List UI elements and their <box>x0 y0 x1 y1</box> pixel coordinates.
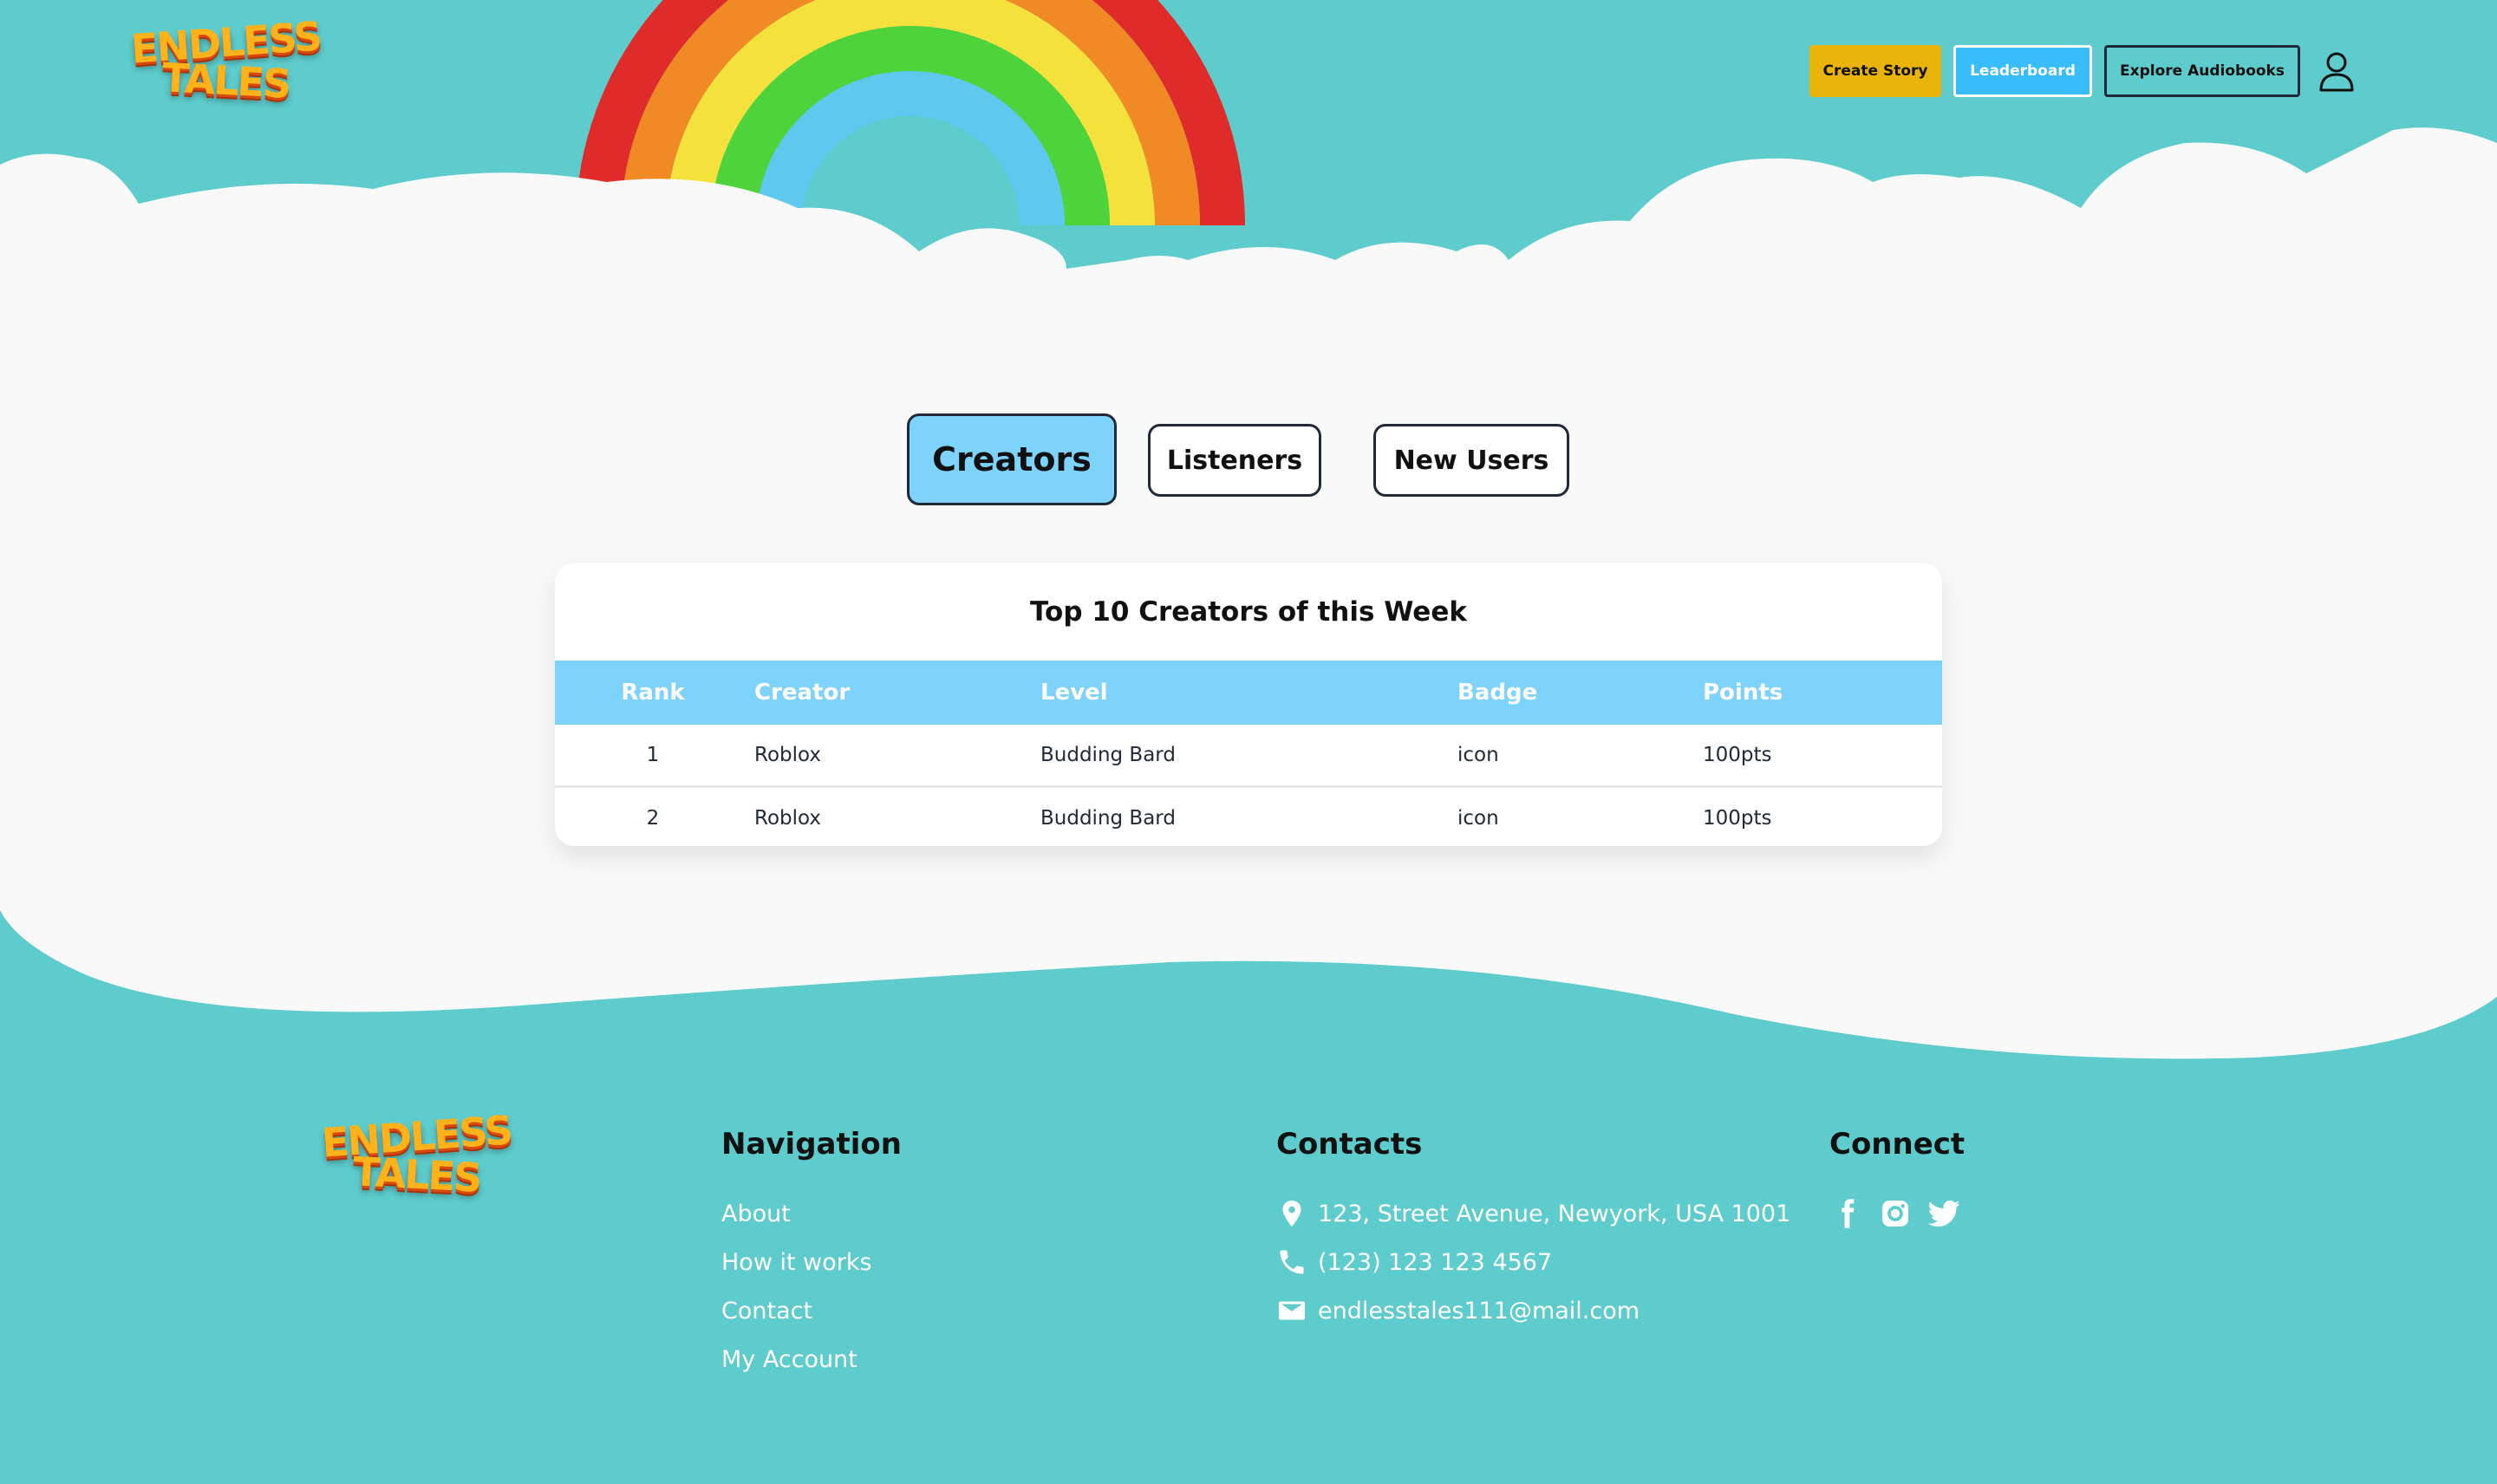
column-header-rank: Rank <box>621 680 685 706</box>
cell-badge: icon <box>1457 807 1499 830</box>
footer-brand-logo[interactable]: ENDLESS TALES <box>321 1106 513 1201</box>
brand-logo[interactable]: ENDLESS TALES <box>130 12 323 107</box>
table-header: Rank Creator Level Badge Points <box>555 661 1942 725</box>
mail-icon <box>1279 1301 1305 1320</box>
contact-phone-text: (123) 123 123 4567 <box>1318 1248 1553 1276</box>
explore-audiobooks-button[interactable]: Explore Audiobooks <box>2104 45 2300 97</box>
leaderboard-tabs: Creators Listeners New Users <box>0 413 2497 505</box>
twitter-icon[interactable] <box>1927 1196 1961 1231</box>
footer-connect: Connect <box>1829 1127 1975 1238</box>
cell-level: Budding Bard <box>1040 807 1176 830</box>
header-nav: Create Story Leaderboard Explore Audiobo… <box>1809 45 2356 97</box>
cell-rank: 2 <box>646 807 660 830</box>
footer-link-about[interactable]: About <box>721 1189 902 1238</box>
contact-address-text: 123, Street Avenue, Newyork, USA 1001 <box>1318 1200 1791 1227</box>
cell-points: 100pts <box>1703 744 1772 766</box>
column-header-level: Level <box>1040 680 1108 706</box>
phone-icon <box>1280 1250 1304 1274</box>
footer-link-my-account[interactable]: My Account <box>721 1335 902 1383</box>
cell-level: Budding Bard <box>1040 744 1176 766</box>
leaderboard-title: Top 10 Creators of this Week <box>1030 596 1467 628</box>
table-row: 2 Roblox Budding Bard icon 100pts <box>555 788 1942 846</box>
tab-new-users[interactable]: New Users <box>1373 424 1569 497</box>
cell-creator: Roblox <box>754 744 821 766</box>
contact-address: 123, Street Avenue, Newyork, USA 1001 <box>1276 1189 1790 1238</box>
contact-phone[interactable]: (123) 123 123 4567 <box>1276 1238 1790 1286</box>
tab-creators[interactable]: Creators <box>907 413 1117 505</box>
footer-navigation: Navigation About How it works Contact My… <box>721 1127 902 1383</box>
create-story-button[interactable]: Create Story <box>1809 45 1941 97</box>
column-header-points: Points <box>1703 680 1783 706</box>
cell-rank: 1 <box>646 744 660 766</box>
column-header-creator: Creator <box>754 680 851 706</box>
instagram-icon[interactable] <box>1878 1196 1913 1231</box>
social-links <box>1829 1189 1975 1238</box>
contact-email-text: endlesstales111@mail.com <box>1318 1297 1640 1325</box>
footer-navigation-heading: Navigation <box>721 1127 902 1162</box>
contact-email[interactable]: endlesstales111@mail.com <box>1276 1286 1790 1335</box>
leaderboard-card: Top 10 Creators of this Week Rank Creato… <box>555 563 1942 846</box>
table-row: 1 Roblox Budding Bard icon 100pts <box>555 725 1942 788</box>
column-header-badge: Badge <box>1457 680 1538 706</box>
footer-link-how-it-works[interactable]: How it works <box>721 1238 902 1286</box>
user-icon[interactable] <box>2318 50 2356 92</box>
leaderboard-button[interactable]: Leaderboard <box>1953 45 2092 97</box>
cell-creator: Roblox <box>754 807 821 830</box>
tab-listeners[interactable]: Listeners <box>1148 424 1321 497</box>
footer-contacts: Contacts 123, Street Avenue, Newyork, US… <box>1276 1127 1790 1335</box>
footer-contacts-heading: Contacts <box>1276 1127 1423 1162</box>
footer-logo-line2: TALES <box>352 1147 482 1201</box>
brand-logo-line2: TALES <box>161 53 291 107</box>
cell-badge: icon <box>1457 744 1499 766</box>
footer-connect-heading: Connect <box>1829 1127 1966 1162</box>
footer-link-contact[interactable]: Contact <box>721 1286 902 1335</box>
cell-points: 100pts <box>1703 807 1772 830</box>
location-pin-icon <box>1282 1201 1301 1227</box>
facebook-icon[interactable] <box>1829 1196 1864 1231</box>
